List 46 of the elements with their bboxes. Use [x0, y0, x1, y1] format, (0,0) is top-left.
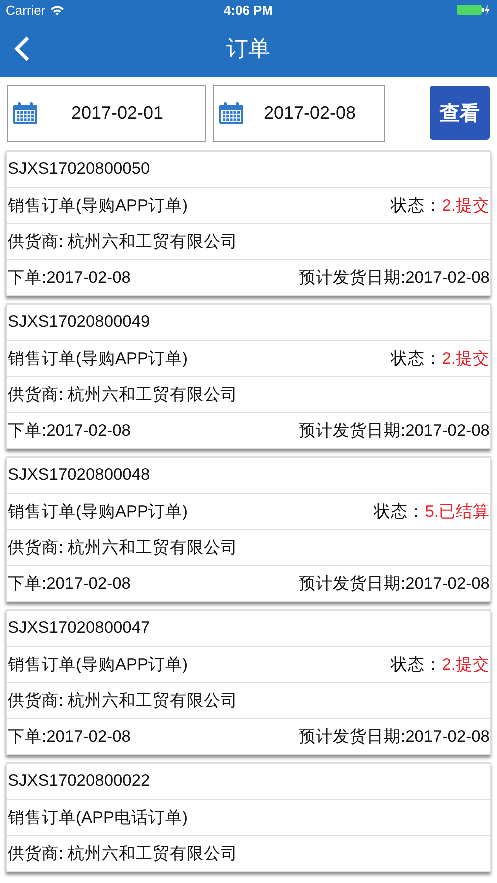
calendar-icon [219, 102, 244, 124]
ship-date: 预计发货日期:2017-02-08 [299, 420, 490, 442]
ship-date: 预计发货日期:2017-02-08 [299, 726, 490, 748]
status-value: 2.提交 [442, 348, 490, 370]
supplier-name: 供货商: 杭州六和工贸有限公司 [8, 384, 238, 406]
order-date: 下单:2017-02-08 [8, 268, 131, 288]
supplier-name: 供货商: 杭州六和工贸有限公司 [8, 690, 238, 712]
carrier-label: Carrier [6, 2, 46, 18]
status-label: 状态： [374, 502, 426, 522]
wifi-icon [50, 4, 65, 16]
order-card[interactable]: SJXS17020800049 销售订单(导购APP订单) 状态：2.提交 供货商: 杭州六和工贸有限公司 下单:2017-02-08 预计发货日期:2017-02-08 [6, 303, 491, 449]
status-label: 状态： [391, 654, 442, 676]
supplier-name: 供货商: 杭州六和工贸有限公司 [8, 844, 238, 864]
supplier-name: 供货商: 杭州六和工贸有限公司 [8, 232, 238, 252]
order-number: SJXS17020800050 [8, 160, 150, 179]
order-date: 下单:2017-02-08 [8, 420, 131, 442]
order-type: 销售订单(导购APP订单) [8, 654, 188, 676]
order-type: 销售订单(APP电话订单) [8, 808, 188, 828]
status-label: 状态： [391, 196, 442, 216]
status-value: 2.提交 [442, 196, 490, 216]
order-card[interactable]: SJXS17020800047 销售订单(导购APP订单) 状态：2.提交 供货商: 杭州六和工贸有限公司 下单:2017-02-08 预计发货日期:2017-02-08 [6, 609, 491, 755]
start-date-field[interactable]: 2017-02-01 [7, 84, 206, 142]
view-button[interactable]: 查看 [430, 86, 490, 140]
clock-time: 4:06 PM [224, 2, 274, 18]
order-number: SJXS17020800048 [8, 466, 150, 485]
order-card[interactable]: SJXS17020800048 销售订单(导购APP订单) 状态：5.已结算 供货商: 杭州六和工贸有限公司 下单:2017-02-08 预计发货日期:2017-02-08 [6, 456, 491, 602]
order-number: SJXS17020800047 [8, 619, 150, 638]
order-type: 销售订单(导购APP订单) [8, 348, 188, 370]
status-value: 5.已结算 [425, 502, 490, 522]
supplier-name: 供货商: 杭州六和工贸有限公司 [8, 538, 238, 558]
battery-icon [457, 4, 491, 16]
ship-date: 预计发货日期:2017-02-08 [299, 268, 490, 288]
end-date-field[interactable]: 2017-02-08 [213, 84, 385, 142]
order-card[interactable]: SJXS17020800050 销售订单(导购APP订单) 状态：2.提交 供货商: 杭州六和工贸有限公司 下单:2017-02-08 预计发货日期:2017-02-08 [6, 150, 491, 296]
ship-date: 预计发货日期:2017-02-08 [299, 574, 490, 594]
order-number: SJXS17020800022 [8, 772, 150, 791]
order-type: 销售订单(导购APP订单) [8, 196, 188, 216]
status-label: 状态： [391, 348, 442, 370]
page-title: 订单 [226, 34, 270, 62]
order-date: 下单:2017-02-08 [8, 726, 131, 748]
order-date: 下单:2017-02-08 [8, 574, 131, 594]
order-card[interactable]: SJXS17020800022 销售订单(APP电话订单) 供货商: 杭州六和工贸有限公司 [6, 762, 491, 872]
calendar-icon [13, 102, 38, 124]
order-type: 销售订单(导购APP订单) [8, 502, 188, 522]
order-number: SJXS17020800049 [8, 313, 150, 332]
status-value: 2.提交 [442, 654, 490, 676]
